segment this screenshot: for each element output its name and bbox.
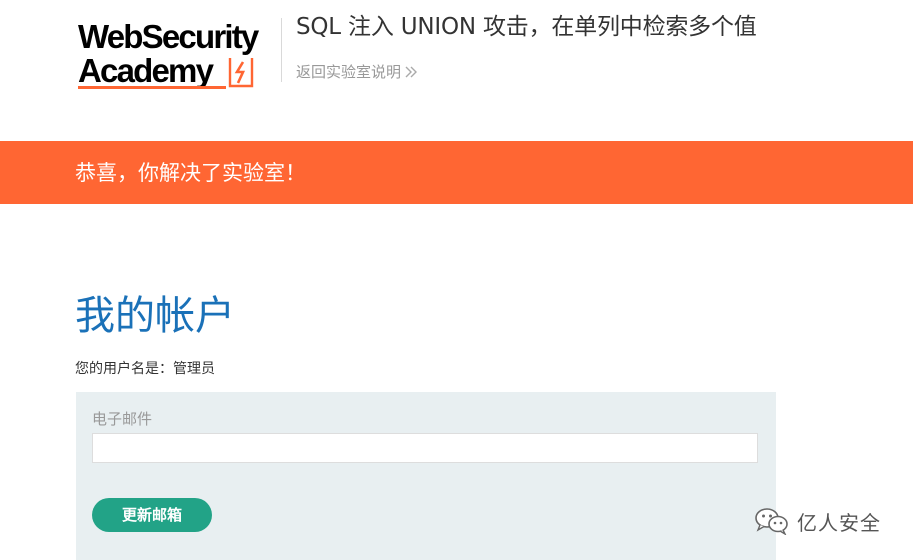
back-link-label: 返回实验室说明 (296, 63, 402, 81)
watermark: 亿人安全 (754, 505, 881, 537)
header-divider (281, 18, 282, 82)
logo-line1: WebSecurity (78, 18, 259, 55)
username-text: 您的用户名是：管理员 (75, 361, 215, 377)
double-chevron-right-icon (405, 66, 418, 78)
logo-underline (78, 86, 226, 89)
logo-line2: Academy (78, 52, 214, 89)
logo-flask-icon (228, 58, 254, 88)
lab-title: SQL 注入 UNION 攻击，在单列中检索多个值 (296, 14, 757, 40)
update-email-button[interactable]: 更新邮箱 (92, 498, 212, 532)
lab-solved-banner: 恭喜，你解决了实验室！ (0, 141, 913, 204)
site-header: WebSecurity Academy SQL 注入 UNION 攻击，在单列中… (0, 0, 913, 141)
wechat-icon (755, 508, 788, 535)
change-email-form: 电子邮件 更新邮箱 (76, 392, 776, 560)
back-to-lab-description-link[interactable]: 返回实验室说明 (296, 61, 418, 83)
web-security-academy-logo[interactable]: WebSecurity Academy (78, 18, 278, 92)
page-title: 我的帐户 (75, 293, 235, 339)
watermark-text: 亿人安全 (797, 510, 881, 535)
email-label: 电子邮件 (92, 410, 153, 428)
email-field[interactable] (92, 433, 758, 463)
banner-text: 恭喜，你解决了实验室！ (75, 161, 306, 185)
